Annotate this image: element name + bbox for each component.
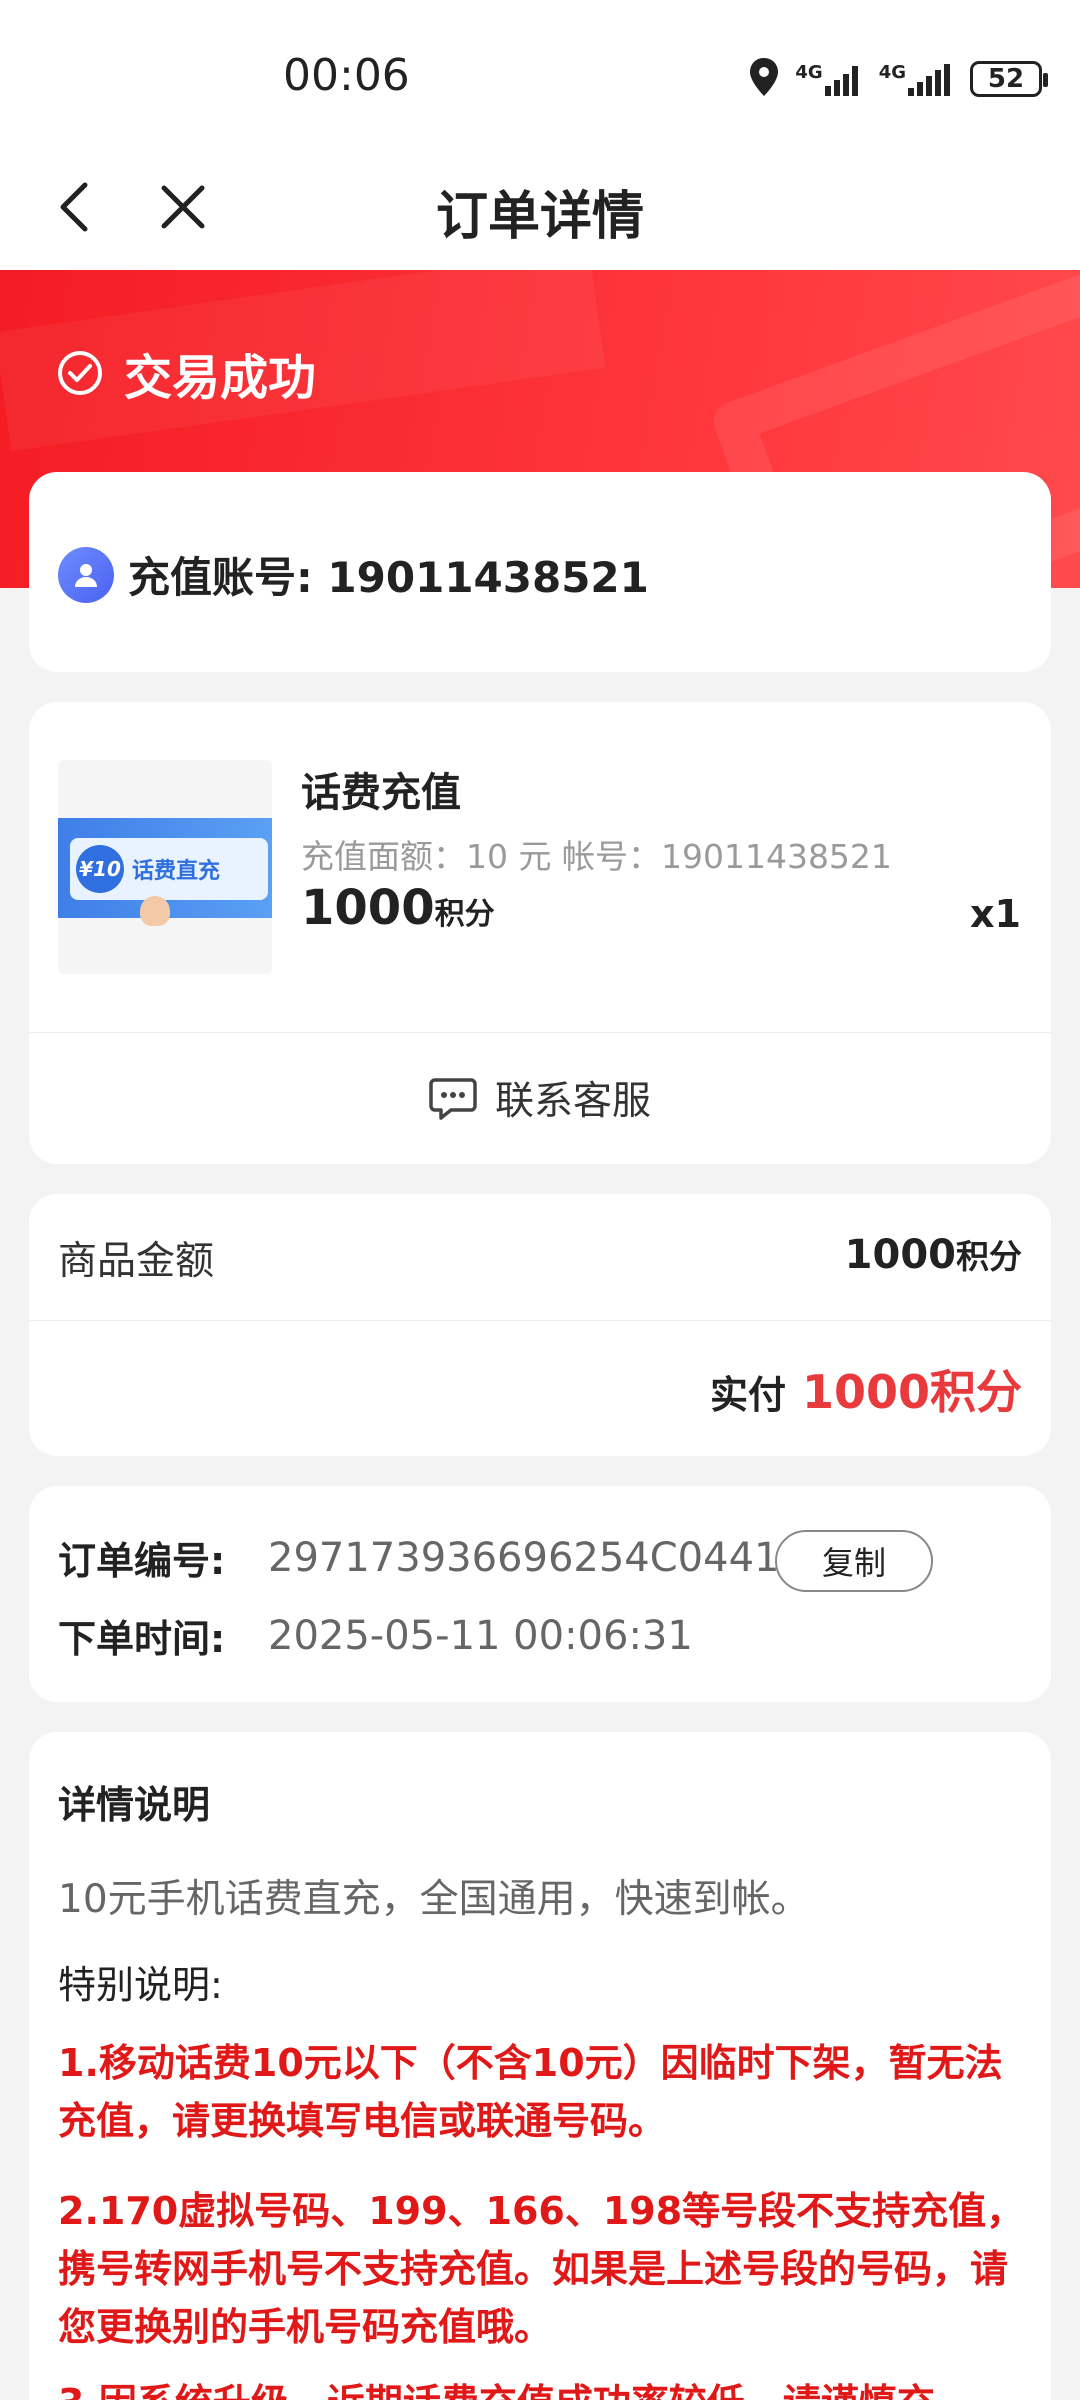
order-detail-page: 00:06 4G 4G 52 订单详情 交易成功 充值账号: 190114385… (0, 0, 1080, 2400)
special-note-2: 2.170虚拟号码、199、166、198等号段不支持充值，携号转网手机号不支持… (58, 2189, 1025, 2349)
check-circle-icon (58, 351, 102, 395)
product-price-number: 1000 (301, 880, 435, 936)
transaction-status: 交易成功 (56, 338, 316, 408)
order-id-row: 订单编号: 29717393669625​4C0441 (58, 1530, 779, 1585)
product-spec: 充值面额：10 元 帐号：19011438521 (301, 837, 892, 876)
divider (29, 1320, 1051, 1321)
chat-bubble-icon (429, 1078, 477, 1120)
description-card: 详情说明 10元手机话费直充，全国通用，快速到帐。 特别说明: 1.移动话费10… (29, 1732, 1051, 2400)
goods-amount-value: 1000积分 (845, 1230, 1022, 1278)
special-note-3: 3.因系统升级，近期话费充值成功率较低，请谨慎充 (58, 2374, 1028, 2400)
product-price-unit: 积分 (434, 897, 495, 932)
description-summary: 10元手机话费直充，全国通用，快速到帐。 (58, 1877, 810, 1922)
product-price: 1000积分 (301, 880, 495, 936)
thumbnail-banner: ¥10 话费直充 (58, 818, 272, 926)
signal-icon-sim1: 4G (795, 62, 864, 96)
network-type-2: 4G (878, 62, 906, 83)
account-number: 充值账号: 19011438521 (128, 553, 649, 602)
page-title: 订单详情 (435, 187, 644, 247)
paid-label: 实付 (709, 1373, 786, 1417)
order-id-label: 订单编号: (58, 1539, 226, 1583)
location-icon (747, 56, 781, 102)
status-time: 00:06 (283, 50, 410, 101)
transaction-status-text: 交易成功 (124, 350, 317, 406)
nav-bar: 订单详情 (0, 150, 1080, 270)
contact-service-button[interactable]: 联系客服 (29, 1032, 1051, 1164)
goods-amount-number: 1000 (844, 1232, 956, 1278)
special-notes-label: 特别说明: (58, 1963, 223, 2007)
status-icons: 4G 4G 52 (747, 56, 1048, 102)
battery-indicator: 52 (970, 61, 1048, 97)
product-thumbnail[interactable]: ¥10 话费直充 (58, 760, 272, 974)
description-title: 详情说明 (58, 1783, 211, 1827)
account-card: 充值账号: 19011438521 (29, 472, 1051, 672)
order-time-value: 2025-05-11 00:06:31 (268, 1612, 693, 1659)
special-note-1: 1.移动话费10元以下（不含10元）因临时下架，暂无法充值，请更换填写电信或联通… (58, 2041, 1003, 2143)
order-time-label: 下单时间: (58, 1617, 226, 1661)
product-quantity: x1 (970, 892, 1021, 936)
thumbnail-label: 话费直充 (132, 859, 221, 884)
paid-value: 1000积分 (801, 1365, 1022, 1419)
thumbnail-ticket: ¥10 话费直充 (70, 838, 268, 900)
goods-amount-label: 商品金额 (58, 1239, 215, 1284)
status-bar: 00:06 4G 4G 52 (0, 0, 1080, 150)
copy-button[interactable]: 复制 (775, 1530, 933, 1592)
order-time-row: 下单时间: 2025-05-11 00:06:31 (58, 1608, 693, 1663)
account-row: 充值账号: 19011438521 (58, 544, 649, 605)
paid-row: 实付 1000积分 (710, 1356, 1022, 1422)
user-avatar-icon (58, 546, 114, 603)
network-type-1: 4G (795, 62, 823, 83)
order-info-card: 订单编号: 29717393669625​4C0441 复制 下单时间: 202… (29, 1486, 1051, 1702)
hand-icon (140, 896, 170, 926)
signal-icon-sim2: 4G (879, 62, 956, 96)
product-card: ¥10 话费直充 话费充值 充值面额：10 元 帐号：19011438521 1… (29, 702, 1051, 1164)
order-id-value: 29717393669625​4C0441 (268, 1534, 780, 1581)
goods-amount-unit: 积分 (956, 1237, 1022, 1276)
amount-card: 商品金额 1000积分 实付 1000积分 (29, 1194, 1051, 1456)
product-name: 话费充值 (301, 770, 461, 816)
thumbnail-amount: ¥10 (76, 845, 124, 893)
contact-service-label: 联系客服 (494, 1079, 651, 1124)
